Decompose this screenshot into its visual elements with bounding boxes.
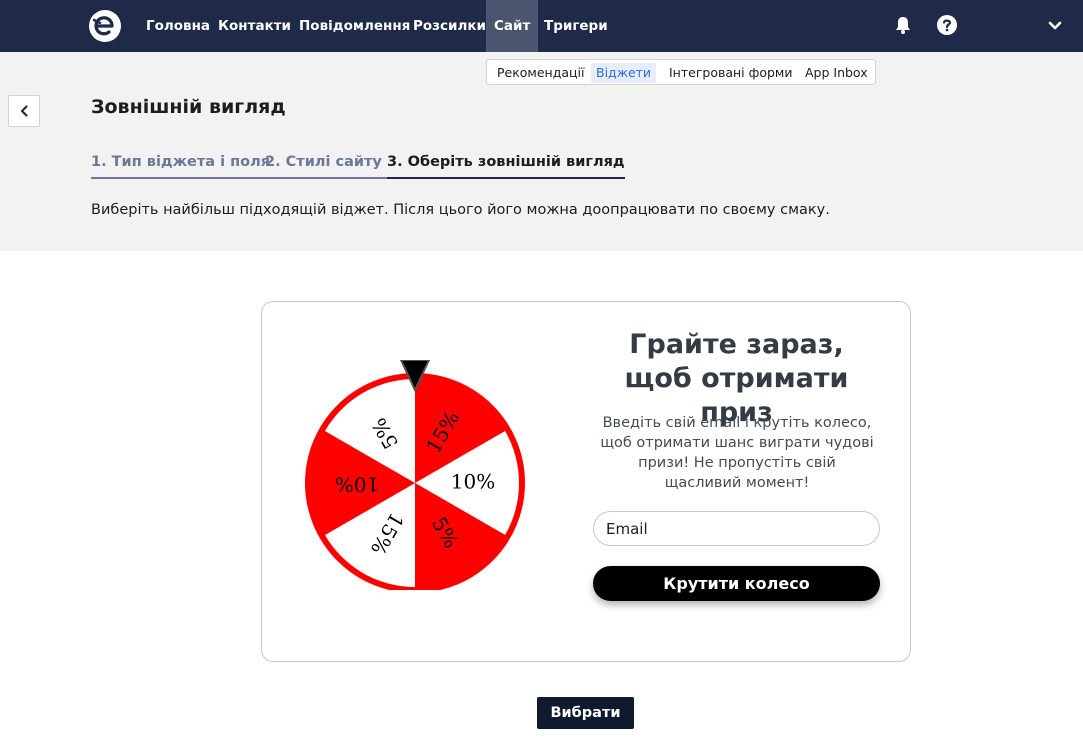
subnav-item-recommendations[interactable]: Рекомендації — [492, 63, 589, 83]
site-subnav: Рекомендації Віджети Інтегровані форми A… — [486, 59, 876, 85]
step-widget-type[interactable]: 1. Тип віджета і поля — [91, 154, 271, 179]
chevron-left-icon — [20, 105, 28, 117]
subnav-item-app-inbox[interactable]: App Inbox — [800, 63, 873, 83]
wheel-label: 10% — [335, 473, 379, 497]
subnav-item-widgets[interactable]: Віджети — [591, 63, 657, 83]
prize-wheel: 5% 10% 15% 5% 10% 15% — [305, 360, 525, 590]
widget-description: Введіть свій email і крутіть колесо, щоб… — [600, 415, 874, 491]
chevron-down-icon[interactable] — [1044, 14, 1066, 36]
nav-item-triggers[interactable]: Тригери — [544, 0, 608, 52]
step-appearance[interactable]: 3. Оберіть зовнішній вигляд — [387, 154, 625, 179]
help-icon[interactable] — [936, 14, 958, 36]
top-navbar: Головна Контакти Повідомлення Розсилки С… — [0, 0, 1083, 52]
instruction-text: Виберіть найбільш підходящій віджет. Піс… — [91, 202, 830, 218]
step-site-styles[interactable]: 2. Стилі сайту — [265, 154, 382, 179]
select-button[interactable]: Вибрати — [537, 697, 634, 729]
nav-item-site[interactable]: Сайт — [486, 0, 539, 52]
page-title: Зовнішній вигляд — [91, 96, 286, 118]
nav-item-messages[interactable]: Повідомлення — [299, 0, 410, 52]
wheel-label: 10% — [451, 470, 495, 494]
email-field[interactable] — [593, 511, 880, 546]
back-button[interactable] — [8, 95, 40, 127]
nav-item-contacts[interactable]: Контакти — [218, 0, 291, 52]
spin-wheel-button[interactable]: Крутити колесо — [593, 566, 880, 601]
brand-logo-icon[interactable] — [88, 9, 122, 43]
nav-item-campaigns[interactable]: Розсилки — [413, 0, 486, 52]
bell-icon[interactable] — [892, 14, 914, 36]
subnav-item-integrated-forms[interactable]: Інтегровані форми — [664, 63, 797, 83]
nav-item-home[interactable]: Головна — [146, 0, 210, 52]
